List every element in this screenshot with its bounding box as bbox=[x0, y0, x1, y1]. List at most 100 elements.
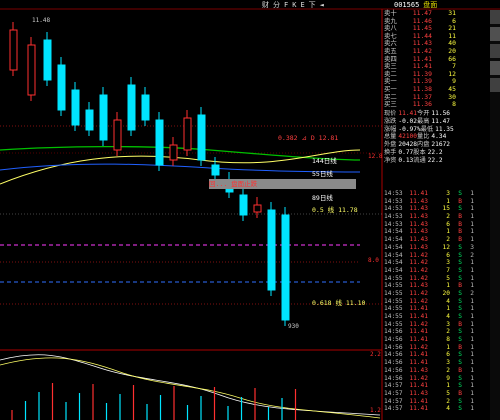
toolbar: 财 分 F K E 下 ◄ bbox=[262, 0, 382, 9]
toolbar-item-finance[interactable]: 财 bbox=[262, 0, 269, 10]
tick-row-7: 14:54 11.43 2 B 1 bbox=[384, 236, 490, 244]
tick-side: S bbox=[458, 305, 462, 313]
tick-time: 14:54 bbox=[384, 266, 403, 274]
tick-price: 11.42 bbox=[409, 297, 428, 305]
ma144-label: 144日线 bbox=[312, 156, 337, 165]
tick-count: 1 bbox=[470, 259, 474, 267]
tick-volume: 20 bbox=[442, 289, 450, 297]
candle-body bbox=[127, 84, 136, 131]
sell-row-10: 卖一 11.39 9 bbox=[384, 78, 490, 86]
toolbar-item-back[interactable]: ◄ bbox=[320, 1, 324, 9]
ma89-label: 89日线 bbox=[312, 193, 333, 202]
tick-volume: 1 bbox=[446, 343, 450, 351]
tick-side: B bbox=[458, 236, 462, 244]
tick-count: 1 bbox=[470, 266, 474, 274]
tick-price: 11.42 bbox=[409, 274, 428, 282]
tick-row-26: 14:57 11.41 1 S 1 bbox=[384, 382, 490, 390]
order-book: 卖十 11.47 31 卖九 11.46 6 卖八 11.45 21 卖七 11.44 11 卖六 11.… bbox=[384, 9, 490, 109]
stat-row-4: 总量 42100 量比 4.34 bbox=[384, 133, 490, 141]
tick-price: 11.42 bbox=[409, 266, 428, 274]
tick-side: B bbox=[458, 343, 462, 351]
toolbar-item-minute[interactable]: 分 bbox=[273, 0, 280, 10]
tick-volume: 4 bbox=[446, 405, 450, 413]
tick-time: 14:56 bbox=[384, 374, 403, 382]
stat-value2: 22.2 bbox=[427, 148, 443, 156]
tick-side: B bbox=[458, 320, 462, 328]
tick-list[interactable]: 14:53 11.41 3 S 1 14:53 11.43 1 B 1 14:53 11.43 15 S 1… bbox=[384, 190, 490, 413]
stat-value: 0.77 bbox=[398, 148, 414, 156]
tick-time: 14:53 bbox=[384, 205, 403, 213]
ma55-label: 55日线 bbox=[312, 169, 333, 178]
tick-time: 14:57 bbox=[384, 382, 403, 390]
tick-time: 14:56 bbox=[384, 343, 403, 351]
tick-count: 1 bbox=[470, 305, 474, 313]
tick-row-17: 14:55 11.41 4 S 1 bbox=[384, 313, 490, 321]
tick-volume: 4 bbox=[446, 297, 450, 305]
tick-time: 14:57 bbox=[384, 397, 403, 405]
stat-key2: 最高 bbox=[417, 117, 430, 125]
buy-row-1: 买一 11.38 45 bbox=[384, 85, 490, 94]
tick-count: 1 bbox=[470, 328, 474, 336]
toolbar-item-kline[interactable]: K bbox=[292, 1, 296, 9]
candle-body bbox=[85, 109, 94, 131]
stat-row-5: 外盘 20428 内盘 21672 bbox=[384, 141, 490, 149]
tick-row-5: 14:53 11.43 6 B 1 bbox=[384, 221, 490, 229]
tick-count: 1 bbox=[470, 366, 474, 374]
side-tab-2[interactable] bbox=[490, 27, 500, 41]
tick-row-19: 14:56 11.41 2 S 1 bbox=[384, 328, 490, 336]
quote-volume: 8 bbox=[452, 100, 456, 109]
tick-price: 11.42 bbox=[409, 251, 428, 259]
tick-price: 11.43 bbox=[409, 205, 428, 213]
stat-value: 42100 bbox=[398, 133, 418, 141]
tick-row-3: 14:53 11.43 15 S 1 bbox=[384, 205, 490, 213]
tick-time: 14:55 bbox=[384, 289, 403, 297]
candle-body bbox=[57, 64, 66, 111]
tick-time: 14:54 bbox=[384, 251, 403, 259]
tick-price: 11.42 bbox=[409, 343, 428, 351]
tick-time: 14:53 bbox=[384, 213, 403, 221]
buy-row-2: 买二 11.37 30 bbox=[384, 93, 490, 102]
tick-side: B bbox=[458, 213, 462, 221]
tick-price: 11.43 bbox=[409, 213, 428, 221]
toolbar-item-e[interactable]: E bbox=[300, 1, 304, 9]
tick-count: 1 bbox=[470, 405, 474, 413]
sell-row-5: 卖六 11.43 40 bbox=[384, 40, 490, 48]
candle-body bbox=[113, 119, 122, 151]
side-tab-3[interactable] bbox=[490, 44, 500, 58]
tick-volume: 1 bbox=[446, 382, 450, 390]
tick-time: 14:54 bbox=[384, 228, 403, 236]
tick-volume: 1 bbox=[446, 282, 450, 290]
toolbar-item-f10[interactable]: F bbox=[284, 1, 288, 9]
sell-row-6: 卖五 11.42 20 bbox=[384, 47, 490, 56]
side-tab-4[interactable] bbox=[490, 61, 500, 75]
side-tab-1[interactable] bbox=[490, 10, 500, 24]
tick-volume: 1 bbox=[446, 228, 450, 236]
tick-price: 11.43 bbox=[409, 236, 428, 244]
tick-price: 11.43 bbox=[409, 366, 428, 374]
tick-volume: 6 bbox=[446, 251, 450, 259]
tick-price: 11.43 bbox=[409, 220, 428, 228]
tick-volume: 2 bbox=[446, 236, 450, 244]
tick-price: 11.41 bbox=[409, 313, 428, 320]
tick-price: 11.41 bbox=[409, 397, 428, 405]
tick-volume: 8 bbox=[446, 336, 450, 344]
candle-body bbox=[267, 209, 276, 291]
tick-row-29: 14:57 11.41 4 S 1 bbox=[384, 405, 490, 413]
tick-time: 14:55 bbox=[384, 297, 403, 305]
tick-volume: 12 bbox=[442, 243, 450, 251]
tick-volume: 5 bbox=[446, 274, 450, 282]
tick-side: S bbox=[458, 274, 462, 282]
side-tab-5[interactable] bbox=[490, 78, 500, 92]
tick-count: 1 bbox=[470, 336, 474, 344]
tick-price: 11.42 bbox=[409, 259, 428, 267]
toolbar-item-down[interactable]: 下 bbox=[309, 0, 316, 10]
fib-05-label: 0.5 线 11.78 bbox=[312, 205, 358, 214]
tick-time: 14:54 bbox=[384, 236, 403, 244]
stock-header: 001565 盘面 bbox=[394, 0, 500, 9]
tick-side: S bbox=[458, 397, 462, 405]
candlestick-series bbox=[9, 22, 290, 326]
tick-side: S bbox=[458, 328, 462, 336]
tick-time: 14:56 bbox=[384, 328, 403, 336]
tick-count: 1 bbox=[470, 343, 474, 351]
sell-row-1: 卖十 11.47 31 bbox=[384, 9, 490, 18]
